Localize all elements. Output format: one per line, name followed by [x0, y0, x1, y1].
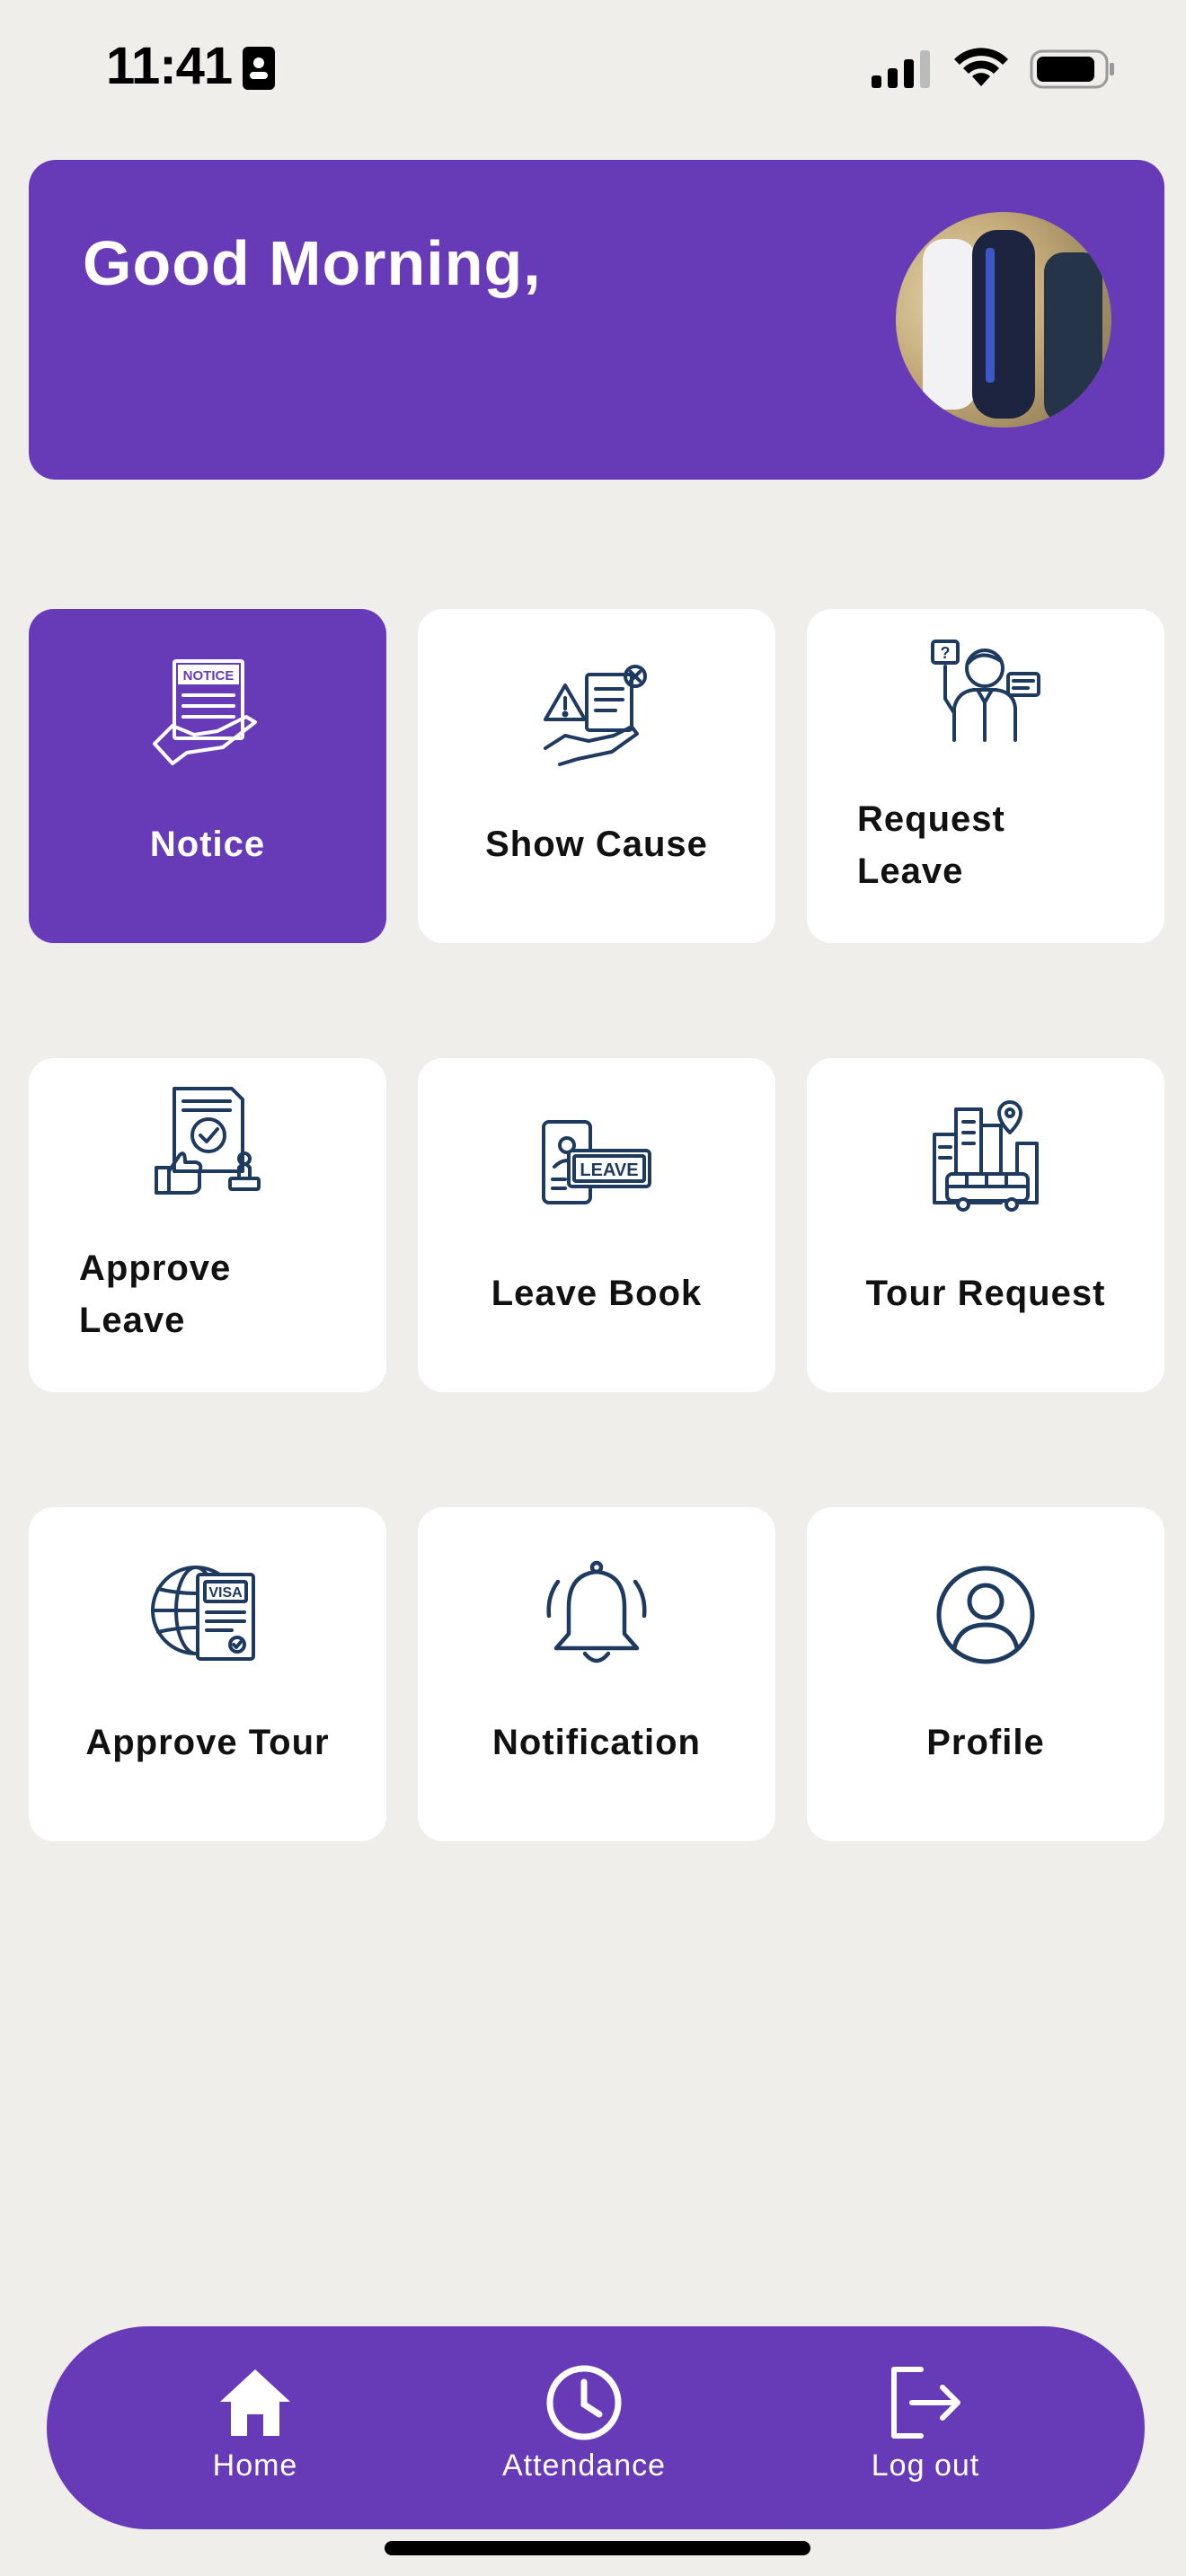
greeting-text: Good Morning, — [83, 228, 542, 298]
tile-label: Request Leave — [857, 799, 1005, 891]
approve-leave-icon — [155, 1087, 261, 1195]
nav-label: Home — [212, 2448, 298, 2483]
bottom-nav: Home Attendance Log out — [47, 2326, 1145, 2529]
tile-label: Notice — [149, 825, 266, 864]
nav-label: Log out — [871, 2448, 980, 2483]
tile-profile[interactable]: Profile — [807, 1507, 1164, 1841]
status-bar: 11:41 — [0, 0, 1186, 144]
avatar[interactable] — [896, 212, 1111, 428]
nav-home[interactable]: Home — [147, 2362, 363, 2497]
tile-label: Notification — [492, 1723, 701, 1762]
tile-label: Approve Tour — [85, 1723, 330, 1762]
tile-notice[interactable]: NOTICE Notice — [29, 609, 386, 943]
bell-icon — [546, 1560, 647, 1663]
tile-show-cause[interactable]: Show Cause — [418, 609, 775, 943]
tile-label: Approve Leave — [79, 1248, 232, 1340]
nav-attendance[interactable]: Attendance — [476, 2362, 692, 2497]
leave-book-icon: LEAVE — [542, 1120, 651, 1204]
tile-label: Leave Book — [491, 1274, 703, 1313]
tile-request-leave[interactable]: ? Request Leave — [807, 609, 1164, 943]
svg-text:VISA: VISA — [208, 1585, 243, 1601]
contact-card-icon — [243, 47, 275, 90]
tour-request-icon — [933, 1100, 1039, 1212]
home-icon — [220, 2369, 290, 2436]
svg-text:NOTICE: NOTICE — [183, 668, 235, 684]
nav-label: Attendance — [501, 2448, 667, 2483]
tile-notification[interactable]: Notification — [418, 1507, 775, 1841]
notice-icon: NOTICE — [153, 659, 257, 765]
svg-text:LEAVE: LEAVE — [580, 1160, 638, 1180]
home-indicator[interactable] — [385, 2541, 810, 2555]
clock-icon — [546, 2365, 622, 2440]
tile-leave-book[interactable]: LEAVE Leave Book — [418, 1058, 775, 1392]
nav-logout[interactable]: Log out — [818, 2362, 1033, 2497]
battery-icon — [1030, 49, 1114, 89]
profile-icon — [936, 1566, 1035, 1664]
tile-tour-request[interactable]: Tour Request — [807, 1058, 1164, 1392]
tile-label: Tour Request — [865, 1274, 1106, 1313]
show-cause-icon — [544, 665, 647, 766]
greeting-card: Good Morning, — [29, 160, 1164, 480]
cellular-signal-icon — [872, 50, 930, 88]
status-time: 11:41 — [106, 37, 233, 95]
tile-label: Show Cause — [485, 825, 708, 864]
svg-text:?: ? — [941, 644, 951, 662]
tile-approve-leave[interactable]: Approve Leave — [29, 1058, 386, 1392]
request-leave-icon: ? — [931, 640, 1040, 742]
logout-icon — [891, 2367, 960, 2439]
tile-label: Profile — [926, 1723, 1045, 1762]
tile-approve-tour[interactable]: VISA Approve Tour — [29, 1507, 386, 1841]
approve-tour-icon: VISA — [151, 1566, 255, 1661]
wifi-icon — [954, 48, 1008, 86]
